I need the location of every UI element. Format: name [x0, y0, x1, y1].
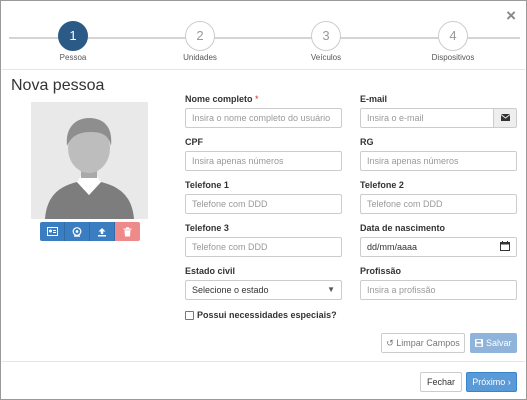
- telefone3-input[interactable]: Telefone com DDD: [185, 237, 342, 257]
- calendar-icon[interactable]: [500, 241, 510, 254]
- email-label: E-mail: [360, 94, 388, 104]
- step-dispositivos[interactable]: 4 Dispositivos: [413, 21, 493, 62]
- estado-civil-selected: Selecione o estado: [192, 285, 269, 295]
- chevron-down-icon: ▼: [327, 285, 335, 294]
- webcam-button[interactable]: [65, 222, 90, 241]
- new-person-modal: × 1 Pessoa 2 Unidades 3 Veículos 4 Dispo…: [0, 0, 527, 400]
- step-number: 3: [311, 21, 341, 51]
- next-label: Próximo: [472, 377, 506, 387]
- rg-label: RG: [360, 137, 374, 147]
- necessidades-checkbox-row[interactable]: Possui necessidades especiais?: [185, 310, 337, 320]
- profissao-label: Profissão: [360, 266, 402, 276]
- step-veiculos[interactable]: 3 Veículos: [286, 21, 366, 62]
- step-label: Dispositivos: [431, 53, 475, 62]
- header-divider: [2, 69, 525, 70]
- id-card-icon: [46, 227, 58, 237]
- required-mark: *: [255, 94, 259, 104]
- step-number: 4: [438, 21, 468, 51]
- undo-icon: ↺: [386, 338, 394, 348]
- delete-photo-button[interactable]: [115, 222, 140, 241]
- upload-button[interactable]: [90, 222, 115, 241]
- floppy-disk-icon: [475, 339, 484, 347]
- nome-label: Nome completo *: [185, 94, 259, 104]
- step-unidades[interactable]: 2 Unidades: [160, 21, 240, 62]
- telefone2-input[interactable]: Telefone com DDD: [360, 194, 517, 214]
- step-pessoa[interactable]: 1 Pessoa: [33, 21, 113, 62]
- telefone3-label: Telefone 3: [185, 223, 229, 233]
- cpf-label: CPF: [185, 137, 203, 147]
- nome-label-text: Nome completo: [185, 94, 253, 104]
- upload-icon: [98, 227, 106, 237]
- step-label: Pessoa: [59, 53, 87, 62]
- telefone2-label: Telefone 2: [360, 180, 404, 190]
- id-card-button[interactable]: [40, 222, 65, 241]
- email-addon: [493, 108, 517, 128]
- telefone1-input[interactable]: Telefone com DDD: [185, 194, 342, 214]
- cpf-input[interactable]: Insira apenas números: [185, 151, 342, 171]
- envelope-icon: [500, 113, 510, 121]
- chevron-right-icon: ›: [507, 377, 511, 387]
- stepper: 1 Pessoa 2 Unidades 3 Veículos 4 Disposi…: [1, 1, 527, 71]
- step-label: Veículos: [310, 53, 342, 62]
- nascimento-label: Data de nascimento: [360, 223, 446, 233]
- webcam-icon: [72, 226, 82, 237]
- person-silhouette-icon: [31, 102, 148, 219]
- rg-input[interactable]: Insira apenas números: [360, 151, 517, 171]
- footer-divider: [2, 361, 525, 362]
- necessidades-checkbox[interactable]: [185, 310, 194, 320]
- next-button[interactable]: Próximo ›: [466, 372, 517, 392]
- clear-fields-button[interactable]: ↺ Limpar Campos: [381, 333, 465, 353]
- necessidades-label: Possui necessidades especiais?: [197, 310, 337, 320]
- estado-civil-label: Estado civil: [185, 266, 236, 276]
- photo-actions: [40, 222, 140, 241]
- clear-fields-label: Limpar Campos: [396, 338, 460, 348]
- estado-civil-select[interactable]: Selecione o estado ▼: [185, 280, 342, 300]
- page-title: Nova pessoa: [11, 77, 105, 94]
- save-button[interactable]: Salvar: [470, 333, 517, 353]
- telefone1-label: Telefone 1: [185, 180, 229, 190]
- email-input[interactable]: Insira o e-mail: [360, 108, 494, 128]
- nascimento-input[interactable]: dd/mm/aaaa: [360, 237, 517, 257]
- step-label: Unidades: [183, 53, 217, 62]
- step-number: 1: [58, 21, 88, 51]
- step-number: 2: [185, 21, 215, 51]
- trash-icon: [123, 226, 132, 237]
- profissao-input[interactable]: Insira a profissão: [360, 280, 517, 300]
- save-label: Salvar: [486, 338, 512, 348]
- avatar-placeholder: [31, 102, 148, 219]
- nome-input[interactable]: Insira o nome completo do usuário: [185, 108, 342, 128]
- close-button[interactable]: Fechar: [420, 372, 462, 392]
